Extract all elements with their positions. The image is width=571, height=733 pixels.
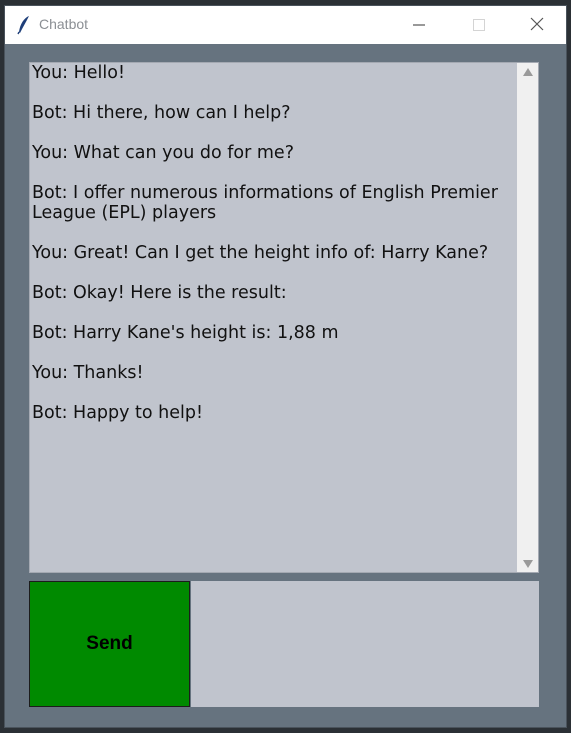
chat-message: Bot: Okay! Here is the result: (32, 283, 287, 303)
chat-text: You: Hello! Bot: Hi there, how can I hel… (32, 63, 518, 572)
chat-message: Bot: Hi there, how can I help? (32, 103, 291, 123)
minimize-button[interactable] (396, 6, 442, 44)
maximize-button[interactable] (456, 6, 502, 44)
chat-log[interactable]: You: Hello! Bot: Hi there, how can I hel… (29, 62, 539, 573)
chat-message: You: What can you do for me? (32, 143, 294, 163)
send-button[interactable]: Send (29, 581, 190, 707)
feather-icon (17, 15, 31, 35)
chat-message: Bot: Harry Kane's height is: 1,88 m (32, 323, 339, 343)
chat-message: Bot: I offer numerous informations of En… (32, 183, 504, 223)
message-input[interactable] (191, 581, 539, 707)
vertical-scrollbar[interactable] (517, 63, 538, 572)
window-title: Chatbot (39, 16, 89, 32)
chat-message: You: Thanks! (32, 363, 144, 383)
close-icon (530, 16, 544, 35)
chat-message: Bot: Happy to help! (32, 403, 204, 423)
scroll-down-arrow-icon[interactable] (517, 555, 538, 572)
chatbot-window: Chatbot You: Hello! Bot: Hi there, how c… (4, 5, 567, 728)
chat-message: You: Great! Can I get the height info of… (32, 243, 489, 263)
close-button[interactable] (514, 6, 560, 44)
minimize-icon (413, 16, 425, 35)
title-bar: Chatbot (5, 6, 566, 44)
maximize-icon (473, 16, 485, 35)
chat-message: You: Hello! (32, 63, 125, 83)
scroll-up-arrow-icon[interactable] (517, 63, 538, 80)
